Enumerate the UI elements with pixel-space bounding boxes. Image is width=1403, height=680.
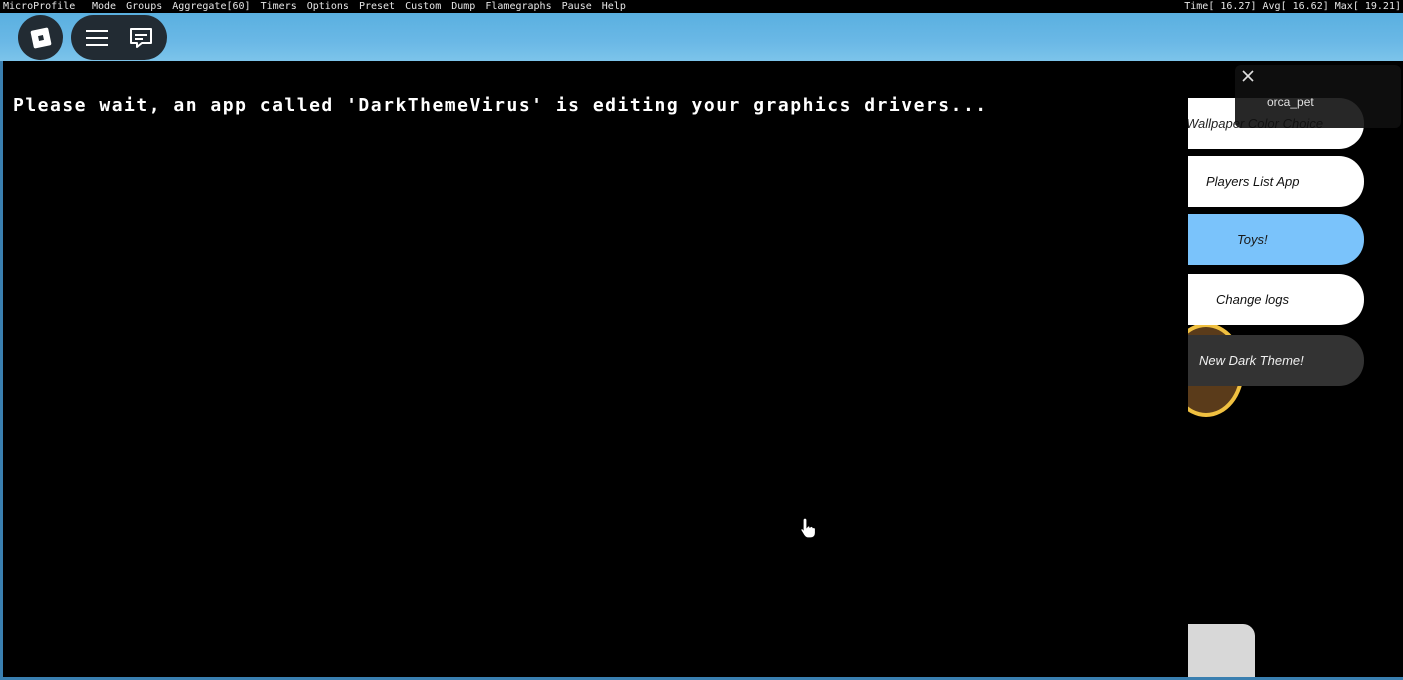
app-label: Toys! (1237, 232, 1268, 247)
chat-button[interactable] (117, 15, 165, 60)
chat-icon (130, 27, 152, 48)
hamburger-menu-icon (86, 29, 108, 46)
app-label: Players List App (1206, 174, 1300, 189)
hand-cursor-icon (800, 517, 817, 539)
mp-menu-pause[interactable]: Pause (562, 1, 592, 12)
notification-text: orca_pet (1267, 95, 1314, 109)
mp-menu-groups[interactable]: Groups (126, 1, 162, 12)
roblox-logo-icon (30, 27, 51, 48)
mp-menu-custom[interactable]: Custom (405, 1, 441, 12)
app-button-change-logs[interactable]: Change logs (1188, 274, 1364, 325)
microprofile-stats: Time[ 16.27] Avg[ 16.62] Max[ 19.21] (1184, 1, 1401, 12)
mp-menu-mode[interactable]: Mode (92, 1, 116, 12)
gray-panel[interactable] (1188, 624, 1255, 677)
app-label: Change logs (1216, 292, 1289, 307)
app-list-panel: Wallpaper Color Choice Players List App … (1188, 61, 1403, 677)
topbar-button-group (71, 15, 167, 60)
status-message: Please wait, an app called 'DarkThemeVir… (13, 95, 988, 116)
mp-menu-help[interactable]: Help (602, 1, 626, 12)
menu-button[interactable] (73, 15, 121, 60)
microprofile-menu: Mode Groups Aggregate[60] Timers Options… (92, 0, 630, 13)
mp-menu-flamegraphs[interactable]: Flamegraphs (485, 1, 551, 12)
microprofile-title[interactable]: MicroProfile (3, 0, 75, 13)
app-button-players-list[interactable]: Players List App (1188, 156, 1364, 207)
mp-menu-preset[interactable]: Preset (359, 1, 395, 12)
mp-menu-options[interactable]: Options (307, 1, 349, 12)
mp-menu-timers[interactable]: Timers (261, 1, 297, 12)
app-label: New Dark Theme! (1199, 353, 1304, 368)
roblox-menu-button[interactable] (18, 15, 63, 60)
mp-menu-aggregate[interactable]: Aggregate[60] (172, 1, 250, 12)
top-bar (0, 13, 1403, 61)
notification-toast: orca_pet (1235, 65, 1401, 128)
close-icon (1242, 70, 1254, 82)
mp-menu-dump[interactable]: Dump (451, 1, 475, 12)
app-button-toys[interactable]: Toys! (1188, 214, 1364, 265)
app-button-new-dark-theme[interactable]: New Dark Theme! (1188, 335, 1364, 386)
microprofile-bar: MicroProfile Mode Groups Aggregate[60] T… (0, 0, 1403, 13)
notification-close-button[interactable] (1240, 68, 1256, 84)
